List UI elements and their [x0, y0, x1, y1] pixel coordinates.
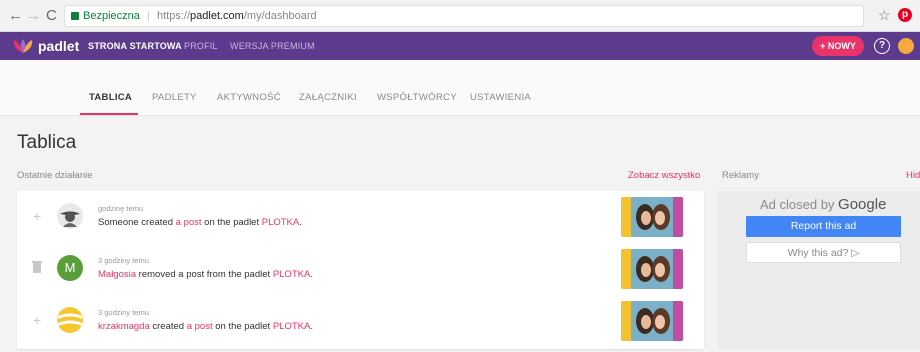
- padlet-logo-icon: [13, 39, 33, 53]
- padlet-link[interactable]: PLOTKA: [262, 217, 300, 228]
- padlet-thumbnail[interactable]: [621, 197, 683, 237]
- activity-list: + godzinę temu Someone created a post on…: [17, 191, 704, 349]
- url-text: https://padlet.com/my/dashboard: [157, 10, 317, 22]
- tab-padlets[interactable]: PADLETY: [152, 92, 197, 103]
- google-wordmark: Google: [838, 196, 887, 213]
- page-title: Tablica: [17, 132, 77, 153]
- activity-time: godzinę temu: [98, 204, 144, 213]
- tab-dashboard[interactable]: TABLICA: [89, 92, 132, 103]
- help-icon[interactable]: ?: [874, 38, 890, 54]
- trash-icon[interactable]: [31, 260, 43, 276]
- tab-collaborators[interactable]: WSPÓŁTWÓRCY: [377, 92, 457, 103]
- padlet-link[interactable]: PLOTKA: [273, 321, 311, 332]
- secure-label: Bezpieczna: [83, 10, 140, 22]
- active-tab-indicator: [80, 113, 138, 115]
- app-header: padlet STRONA STARTOWA PROFIL WERSJA PRE…: [0, 32, 920, 60]
- activity-description: Małgosia removed a post from the padlet …: [98, 269, 313, 280]
- user-avatar-m: M: [57, 255, 83, 281]
- user-avatar-striped: [57, 307, 83, 333]
- browser-toolbar: ← → C Bezpieczna | https://padlet.com/my…: [0, 0, 920, 32]
- activity-description: krzakmagda created a post on the padlet …: [98, 321, 313, 332]
- list-item: + 3 godziny temu krzakmagda created a po…: [17, 296, 704, 348]
- address-bar[interactable]: Bezpieczna | https://padlet.com/my/dashb…: [64, 5, 864, 27]
- post-link[interactable]: a post: [176, 217, 202, 228]
- nav-link-profile[interactable]: PROFIL: [184, 41, 218, 51]
- activity-description: Someone created a post on the padlet PLO…: [98, 217, 302, 228]
- tab-activity[interactable]: AKTYWNOŚĆ: [217, 92, 281, 103]
- anonymous-avatar: [57, 203, 83, 229]
- why-this-ad-button[interactable]: Why this ad? ▷: [746, 242, 901, 263]
- hide-ads-link[interactable]: Hid: [906, 170, 920, 181]
- tab-settings[interactable]: USTAWIENIA: [470, 92, 531, 103]
- ad-closed-message: Ad closed by Google: [760, 196, 887, 213]
- nav-link-premium[interactable]: WERSJA PREMIUM: [230, 41, 315, 51]
- activity-time: 3 godziny temu: [98, 256, 149, 265]
- lock-icon: [71, 12, 79, 20]
- pinterest-extension-icon[interactable]: p: [898, 8, 912, 22]
- user-avatar[interactable]: [898, 38, 914, 54]
- see-all-link[interactable]: Zobacz wszystko: [628, 170, 700, 181]
- list-item: + godzinę temu Someone created a post on…: [17, 192, 704, 244]
- user-link[interactable]: Małgosia: [98, 269, 136, 280]
- back-arrow-icon[interactable]: ←: [8, 7, 23, 25]
- nav-link-home[interactable]: STRONA STARTOWA: [88, 41, 182, 51]
- plus-icon[interactable]: +: [31, 208, 43, 224]
- new-padlet-button[interactable]: + NOWY: [812, 36, 864, 56]
- padlet-wordmark: padlet: [38, 38, 80, 54]
- report-ad-button[interactable]: Report this ad: [746, 216, 901, 237]
- ads-heading: Reklamy: [722, 170, 759, 181]
- padlet-link[interactable]: PLOTKA: [273, 269, 311, 280]
- activity-time: 3 godziny temu: [98, 308, 149, 317]
- dashboard-tabs: TABLICA PADLETY AKTYWNOŚĆ ZAŁĄCZNIKI WSP…: [0, 60, 920, 116]
- plus-icon[interactable]: +: [31, 312, 43, 328]
- ad-panel: Ad closed by Google Report this ad Why t…: [718, 191, 920, 349]
- reload-icon[interactable]: C: [46, 7, 57, 25]
- padlet-thumbnail[interactable]: [621, 249, 683, 289]
- url-separator: |: [147, 10, 150, 22]
- list-item: M 3 godziny temu Małgosia removed a post…: [17, 244, 704, 296]
- forward-arrow-icon[interactable]: →: [26, 7, 41, 25]
- tab-attachments[interactable]: ZAŁĄCZNIKI: [299, 92, 357, 103]
- user-link[interactable]: krzakmagda: [98, 321, 150, 332]
- bookmark-star-icon[interactable]: ☆: [878, 7, 891, 24]
- post-link[interactable]: a post: [187, 321, 213, 332]
- padlet-thumbnail[interactable]: [621, 301, 683, 341]
- recent-activity-heading: Ostatnie działanie: [17, 170, 93, 181]
